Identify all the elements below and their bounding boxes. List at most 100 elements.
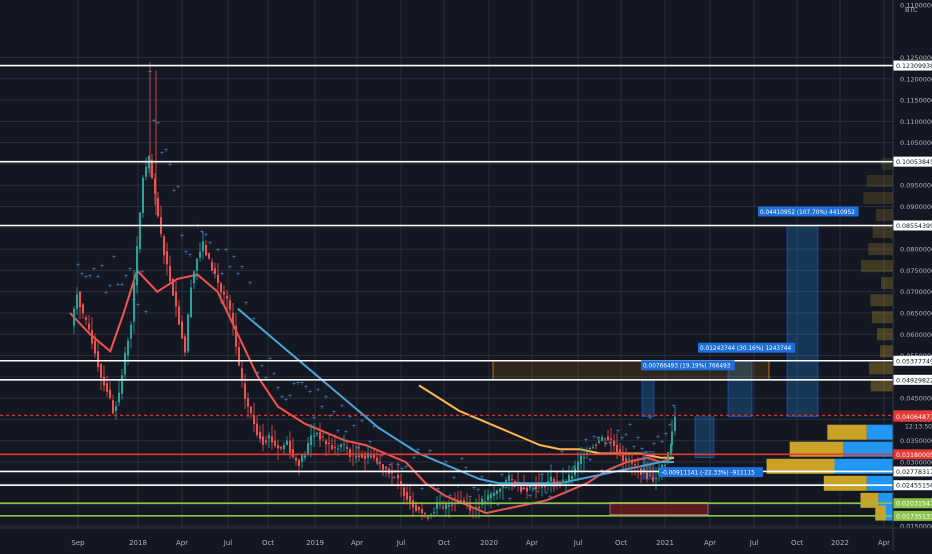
- candle-body: [674, 416, 676, 431]
- sar-marker: +: [175, 184, 180, 191]
- candle-body: [79, 291, 81, 308]
- sar-marker: +: [611, 465, 616, 472]
- sar-marker: +: [387, 462, 392, 469]
- sar-marker: +: [123, 273, 128, 280]
- y-tick-label: 0.0800000: [900, 246, 932, 254]
- sar-marker: +: [219, 271, 224, 278]
- y-tick-label: 0.1150000: [900, 97, 932, 105]
- sar-marker: +: [211, 270, 216, 277]
- candle-body: [223, 291, 225, 295]
- sar-marker: +: [491, 491, 496, 498]
- measure-box: [641, 379, 655, 418]
- measure-label-text: 0.04410952 (107.70%) 4410952: [760, 210, 855, 216]
- sar-marker: +: [527, 492, 532, 499]
- candle-body: [499, 488, 501, 492]
- sar-marker: +: [635, 435, 640, 442]
- candle-body: [268, 435, 270, 439]
- sar-marker: +: [667, 422, 672, 429]
- candle-body: [671, 431, 673, 445]
- x-tick-label: Jul: [396, 539, 406, 547]
- candle-body: [103, 376, 105, 386]
- candle-body: [256, 423, 258, 436]
- volume-profile-bar-faded: [868, 243, 893, 256]
- candle-body: [313, 435, 315, 437]
- sar-marker: +: [579, 469, 584, 476]
- sar-marker: +: [403, 464, 408, 471]
- candle-body: [325, 440, 327, 445]
- sar-marker: +: [343, 428, 348, 435]
- candle-body: [427, 517, 429, 519]
- volume-profile-bar-gold: [860, 492, 879, 508]
- candle-body: [82, 304, 84, 314]
- candle-body: [409, 496, 411, 503]
- sar-marker: +: [415, 447, 420, 454]
- volume-profile-bar-faded: [863, 192, 893, 204]
- x-tick-label: Apr: [526, 539, 538, 547]
- candle-body: [616, 444, 618, 453]
- candle-body: [178, 306, 180, 325]
- current-price-text: 0.04064873: [896, 414, 932, 421]
- sar-marker: +: [167, 161, 172, 168]
- candle-body: [163, 236, 165, 256]
- sar-marker: +: [235, 271, 240, 278]
- sar-marker: +: [355, 444, 360, 451]
- sar-marker: +: [391, 474, 396, 481]
- candle-body: [253, 415, 255, 424]
- y-tick-label: 0.0600000: [900, 331, 932, 339]
- sar-marker: +: [127, 266, 132, 273]
- candle-body: [247, 398, 249, 407]
- x-tick-label: Jul: [749, 539, 759, 547]
- sar-marker: +: [339, 403, 344, 410]
- sar-marker: +: [231, 254, 236, 261]
- candle-body: [181, 321, 183, 339]
- candle-body: [664, 464, 666, 467]
- price-chart[interactable]: Sep 2018 Apr Jul Oct 2019 Apr Jul Oct 2020 Apr Jul O…: [0, 0, 932, 550]
- x-tick-label: Oct: [615, 539, 627, 547]
- candle-body: [241, 368, 243, 380]
- price-level-tag-text: 0.04929822: [896, 377, 932, 384]
- candle-body: [271, 436, 273, 443]
- volume-profile-bar-gold: [823, 475, 867, 491]
- candle-body: [418, 506, 420, 511]
- candle-body: [142, 177, 144, 213]
- candle-body: [139, 212, 141, 250]
- sar-marker: +: [163, 147, 168, 154]
- volume-profile-bar-gold: [827, 424, 867, 440]
- sar-marker: +: [583, 437, 588, 444]
- price-level-tag-text: 0.03180005: [896, 452, 932, 459]
- candle-body: [433, 512, 435, 514]
- chart-area[interactable]: Sep 2018 Apr Jul Oct 2019 Apr Jul Oct 2020 Apr Jul O…: [0, 0, 932, 550]
- candle-body: [295, 457, 297, 461]
- measure-label-text: 0.01243744 (30.16%) 1243744: [700, 346, 791, 352]
- volume-profile-bar-blue: [866, 424, 893, 440]
- candle-body: [634, 464, 636, 466]
- price-level-tag-text: 0.12309938: [896, 63, 932, 70]
- candle-body: [118, 392, 120, 403]
- candle-body: [169, 266, 171, 282]
- candle-body: [628, 458, 630, 460]
- candle-body: [202, 241, 204, 252]
- candle-body: [484, 501, 486, 503]
- candle-body: [277, 444, 279, 449]
- candle-body: [265, 440, 267, 443]
- candle-body: [244, 383, 246, 400]
- sar-marker: +: [455, 483, 460, 490]
- x-tick-label: 2020: [480, 539, 498, 547]
- y-tick-label: 0.0900000: [900, 203, 932, 211]
- sar-marker: +: [227, 264, 232, 271]
- volume-profile-bar-faded: [880, 345, 893, 358]
- y-tick-label: 0.0300000: [900, 459, 932, 467]
- candle-body: [292, 449, 294, 458]
- candle-body: [286, 440, 288, 445]
- sar-marker: +: [443, 459, 448, 466]
- candle-body: [547, 481, 549, 484]
- sar-marker: +: [383, 469, 388, 476]
- candle-body: [625, 457, 627, 463]
- x-tick-label: Apr: [351, 539, 363, 547]
- candle-body: [283, 445, 285, 450]
- y-tick-label: 0.0650000: [900, 309, 932, 317]
- sar-marker: +: [307, 388, 312, 395]
- sar-marker: +: [271, 371, 276, 378]
- sar-marker: +: [135, 302, 140, 309]
- x-tick-label: 2021: [656, 539, 674, 547]
